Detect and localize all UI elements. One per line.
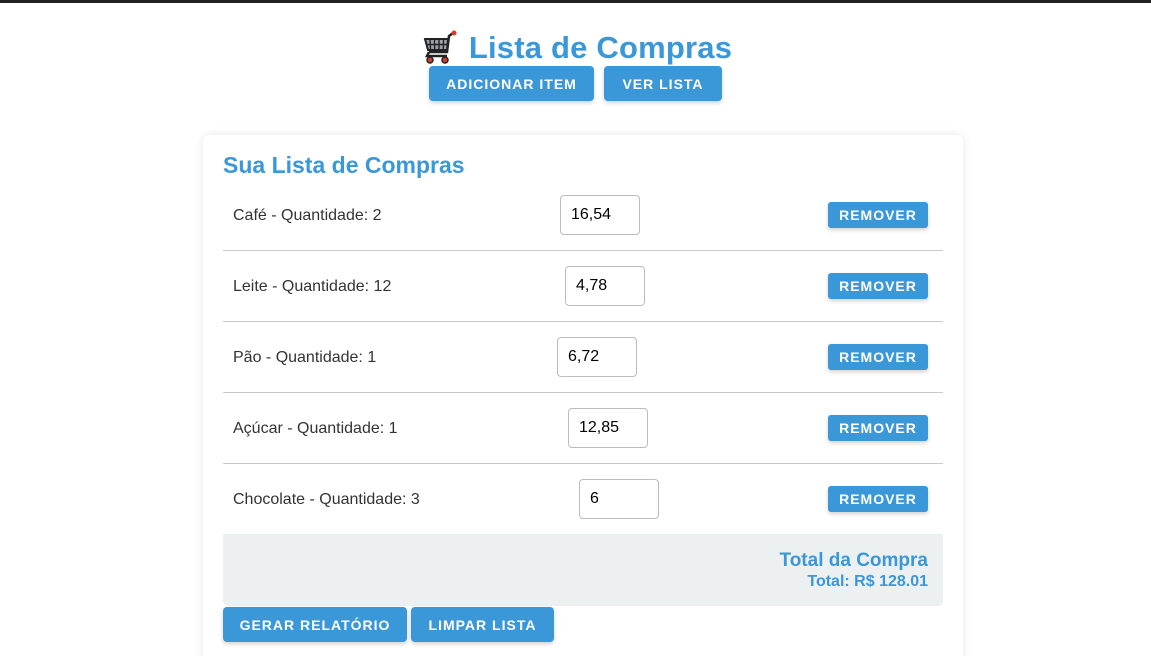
remove-button[interactable]: REMOVER xyxy=(828,486,928,512)
item-label: Café - Quantidade: 2 xyxy=(233,207,382,224)
item-label: Açúcar - Quantidade: 1 xyxy=(233,420,398,437)
nav-bar: ADICIONAR ITEM VER LISTA xyxy=(0,66,1151,101)
remove-button[interactable]: REMOVER xyxy=(828,273,928,299)
item-label: Leite - Quantidade: 12 xyxy=(233,278,392,295)
price-input[interactable] xyxy=(560,195,640,235)
price-input[interactable] xyxy=(579,479,659,519)
list-item: Café - Quantidade: 2 REMOVER xyxy=(223,180,943,251)
remove-button[interactable]: REMOVER xyxy=(828,202,928,228)
item-label: Chocolate - Quantidade: 3 xyxy=(233,491,420,508)
price-input[interactable] xyxy=(568,408,648,448)
price-input[interactable] xyxy=(557,337,637,377)
list-item: Pão - Quantidade: 1 REMOVER xyxy=(223,322,943,393)
list-actions: GERAR RELATÓRIO LIMPAR LISTA xyxy=(223,607,554,642)
view-list-button[interactable]: VER LISTA xyxy=(604,66,722,101)
window-top-border xyxy=(0,0,1151,3)
total-title: Total da Compra xyxy=(779,550,929,571)
list-item: Leite - Quantidade: 12 REMOVER xyxy=(223,251,943,322)
shopping-list-card: Sua Lista de Compras Café - Quantidade: … xyxy=(203,135,963,656)
list-title: Sua Lista de Compras xyxy=(223,152,465,178)
remove-button[interactable]: REMOVER xyxy=(828,415,928,441)
shopping-cart-icon xyxy=(423,30,457,64)
item-label: Pão - Quantidade: 1 xyxy=(233,349,377,366)
app-header: Lista de Compras xyxy=(0,28,1151,68)
add-item-button[interactable]: ADICIONAR ITEM xyxy=(429,66,594,101)
list-item: Açúcar - Quantidade: 1 REMOVER xyxy=(223,393,943,464)
generate-report-button[interactable]: GERAR RELATÓRIO xyxy=(223,607,407,642)
price-input[interactable] xyxy=(565,266,645,306)
total-value: Total: R$ 128.01 xyxy=(807,573,928,590)
total-summary: Total da Compra Total: R$ 128.01 xyxy=(223,534,943,606)
clear-list-button[interactable]: LIMPAR LISTA xyxy=(411,607,554,642)
app-title: Lista de Compras xyxy=(468,30,733,65)
list-item: Chocolate - Quantidade: 3 REMOVER xyxy=(223,464,943,535)
item-list: Café - Quantidade: 2 REMOVER Leite - Qua… xyxy=(223,180,943,535)
remove-button[interactable]: REMOVER xyxy=(828,344,928,370)
